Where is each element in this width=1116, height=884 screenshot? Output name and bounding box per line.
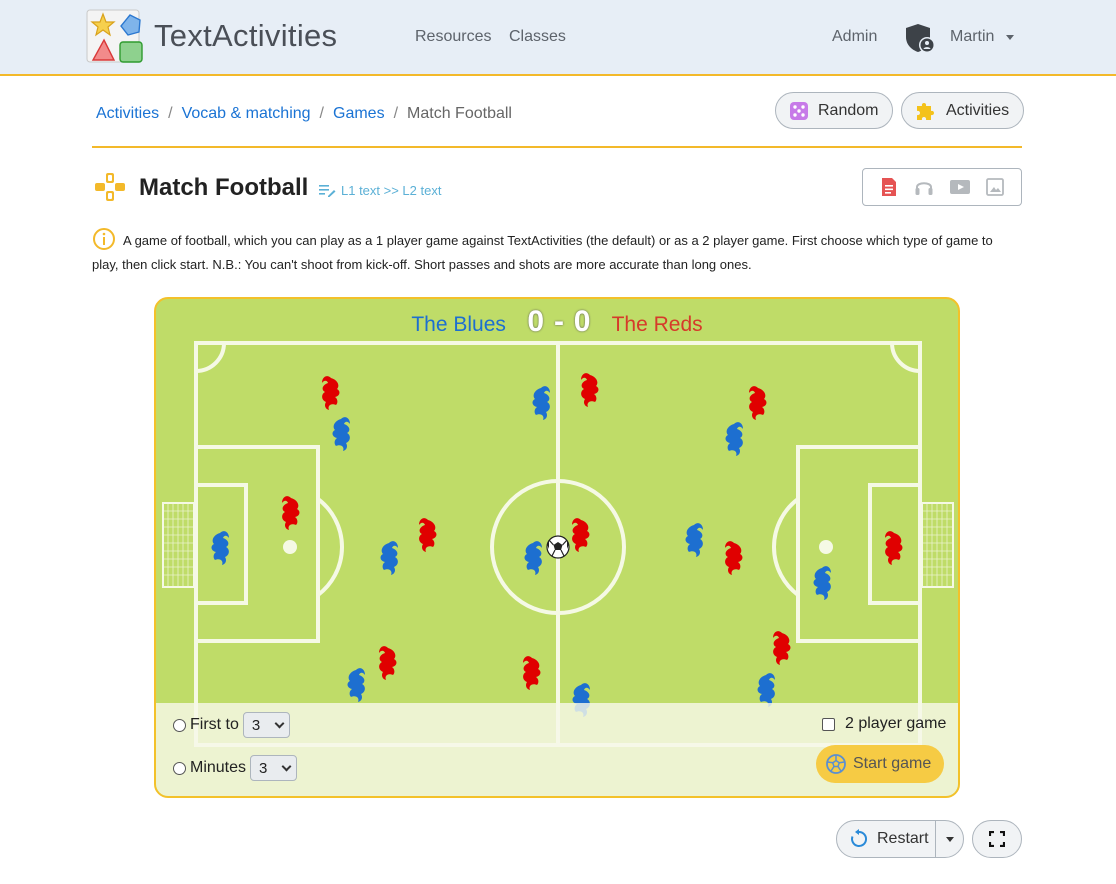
gamepad-icon	[95, 173, 125, 201]
random-label: Random	[818, 101, 879, 119]
random-button[interactable]: Random	[775, 92, 894, 129]
nav-classes[interactable]: Classes	[509, 28, 566, 46]
blue-goalkeeper	[211, 531, 229, 565]
caret-down-icon	[945, 836, 954, 842]
breadcrumb-current: Match Football	[407, 105, 512, 122]
two-player-checkbox[interactable]	[822, 717, 835, 731]
red-player	[322, 376, 340, 410]
score-blue: 0	[527, 305, 545, 338]
nav-admin[interactable]: Admin	[832, 28, 877, 46]
minutes-radio[interactable]	[173, 761, 186, 775]
chevron-down-icon	[281, 761, 292, 771]
puzzle-icon	[917, 102, 934, 120]
red-player	[725, 541, 743, 575]
breadcrumb-separator: /	[319, 105, 324, 122]
score-separator: -	[553, 305, 564, 338]
start-game-label: Start game	[853, 755, 932, 772]
right-goal-net	[921, 502, 954, 588]
divider	[92, 146, 1022, 148]
football-ball	[546, 535, 570, 559]
dice-icon	[790, 101, 808, 120]
scoreboard: The Blues 0 - 0 The Reds	[156, 305, 958, 339]
left-goal-net	[162, 502, 195, 588]
chevron-down-icon[interactable]	[1006, 35, 1014, 40]
minutes-label: Minutes	[190, 759, 247, 776]
blue-player	[347, 668, 365, 702]
first-to-radio[interactable]	[173, 718, 186, 732]
minutes-select[interactable]: 3	[250, 755, 298, 781]
blue-player	[532, 386, 550, 420]
first-to-option: First to 3	[173, 712, 290, 738]
description: A game of football, which you can play a…	[92, 233, 993, 272]
blue-player	[725, 422, 743, 456]
breadcrumb-games[interactable]: Games	[333, 105, 385, 123]
image-icon[interactable]	[984, 176, 1006, 198]
red-player	[419, 518, 437, 552]
navbar: TextActivities Resources Classes Admin M…	[0, 0, 1116, 76]
minutes-option: Minutes 3	[173, 755, 298, 781]
first-to-select[interactable]: 3	[242, 712, 290, 738]
nav-user-menu[interactable]: Martin	[950, 28, 994, 46]
activities-label: Activities	[946, 101, 1010, 119]
two-player-label: 2 player game	[845, 715, 947, 732]
restart-button[interactable]: Restart	[837, 821, 937, 857]
red-player	[523, 656, 541, 690]
restart-icon	[851, 829, 868, 847]
breadcrumb-separator: /	[168, 105, 173, 122]
fullscreen-icon	[989, 831, 1005, 847]
football-game[interactable]: The Blues 0 - 0 The Reds First to 3 Minu…	[154, 297, 960, 798]
breadcrumb: Activities / Vocab & matching / Games / …	[96, 105, 512, 123]
user-shield-icon[interactable]	[904, 22, 936, 54]
red-player	[749, 386, 767, 420]
red-player	[581, 373, 599, 407]
red-player	[773, 631, 791, 665]
minutes-value: 3	[259, 759, 268, 777]
blue-player	[757, 673, 775, 707]
team-red-name: The Reds	[611, 313, 703, 336]
textactivities-logo[interactable]	[86, 8, 148, 66]
two-player-option: 2 player game	[822, 715, 946, 733]
media-button-group	[862, 168, 1022, 206]
mode-link[interactable]: L1 text >> L2 text	[319, 183, 441, 198]
chevron-down-icon	[274, 718, 285, 728]
breadcrumb-activities[interactable]: Activities	[96, 105, 159, 123]
mode-label: L1 text >> L2 text	[341, 183, 442, 198]
page-title: Match Football	[139, 174, 309, 201]
red-player	[572, 518, 590, 552]
blue-player	[332, 417, 350, 451]
red-goalkeeper	[885, 531, 903, 565]
start-game-button[interactable]: Start game	[816, 745, 944, 783]
restart-label: Restart	[877, 830, 929, 847]
team-blue-name: The Blues	[411, 313, 506, 336]
red-player	[379, 646, 397, 680]
score-red: 0	[573, 305, 591, 338]
fullscreen-button[interactable]	[972, 820, 1022, 858]
nav-resources[interactable]: Resources	[415, 28, 491, 46]
restart-dropdown-toggle[interactable]	[936, 821, 963, 857]
text-icon[interactable]	[878, 176, 900, 198]
brand-name[interactable]: TextActivities	[154, 18, 337, 54]
blue-player	[524, 541, 542, 575]
restart-button-group: Restart	[836, 820, 964, 858]
headphones-icon[interactable]	[913, 176, 935, 198]
football-icon	[826, 754, 846, 774]
blue-player	[813, 566, 831, 600]
first-to-label: First to	[190, 716, 239, 733]
blue-player	[380, 541, 398, 575]
blue-player	[685, 523, 703, 557]
breadcrumb-separator: /	[393, 105, 399, 122]
activities-button[interactable]: Activities	[901, 92, 1025, 129]
red-player	[282, 496, 300, 530]
breadcrumb-vocab-matching[interactable]: Vocab & matching	[182, 105, 311, 123]
edit-list-icon	[319, 185, 336, 197]
first-to-value: 3	[251, 716, 261, 734]
video-icon[interactable]	[949, 176, 971, 198]
